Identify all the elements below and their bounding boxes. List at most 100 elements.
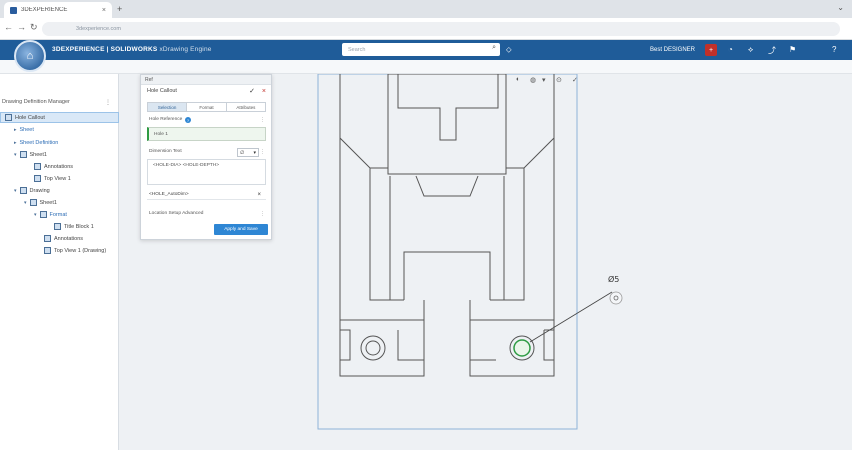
url-input[interactable]: 3dexperience.com: [42, 22, 840, 36]
feature-tree: Drawing Definition Manager ⋮ Hole Callou…: [0, 74, 119, 450]
annotation-icon: [44, 235, 51, 242]
tree-title-text: Drawing Definition Manager: [2, 99, 70, 105]
tree-row-annotations-b[interactable]: Annotations: [0, 233, 119, 244]
window-menu-icon[interactable]: ⌄: [837, 3, 844, 12]
tree-row-top-view[interactable]: Top View 1: [0, 173, 119, 184]
tree-row-format[interactable]: ▾ Format: [0, 209, 119, 220]
dialog-tabs: Selection Format Attributes: [147, 102, 266, 112]
annotation-icon: [34, 163, 41, 170]
view-settings-icon[interactable]: ⊙: [556, 76, 562, 84]
cancel-icon[interactable]: ×: [262, 88, 266, 95]
collapse-icon[interactable]: ▾: [24, 200, 27, 206]
tree-row-label: Top View 1: [44, 175, 71, 182]
tab-close-icon[interactable]: ×: [102, 7, 106, 14]
format-icon: [39, 211, 47, 218]
tree-title: Drawing Definition Manager ⋮: [0, 96, 119, 108]
collapse-icon[interactable]: ▾: [14, 152, 17, 158]
view-orient-icon[interactable]: ◐: [516, 76, 520, 83]
title-block-icon: [54, 223, 61, 230]
expand-icon[interactable]: ▸: [14, 140, 17, 146]
tree-row-label: Drawing: [29, 187, 50, 194]
tree-row-label: Top View 1 (Drawing): [54, 247, 107, 254]
auto-dim-row[interactable]: <HOLE_AutoDim> ×: [147, 190, 266, 200]
view-display-icon[interactable]: ◍: [530, 76, 536, 84]
hole-callout-text[interactable]: Ø5: [608, 275, 619, 284]
view-icon: [44, 247, 51, 254]
forward-icon[interactable]: →: [17, 22, 26, 32]
callout-handle: [609, 291, 623, 305]
search-icon[interactable]: ⌕: [492, 44, 496, 52]
brand-name: 3DEXPERIENCE | SOLIDWORKS: [52, 46, 158, 53]
auto-dim-label: <HOLE_AutoDim>: [149, 192, 189, 197]
reload-icon[interactable]: ↻: [30, 22, 38, 33]
sheet-icon: [29, 199, 37, 206]
tree-row-title-block[interactable]: Title Block 1: [0, 221, 119, 232]
collapse-icon[interactable]: ▾: [14, 188, 17, 194]
browser-tabstrip: 3DEXPERIENCE × + ⌄: [0, 0, 852, 18]
share-icon[interactable]: ◔: [728, 45, 733, 54]
apply-button[interactable]: Apply and Save: [214, 224, 268, 235]
tree-row-annotations[interactable]: Annotations: [0, 161, 119, 172]
tree-row-sheet-definition[interactable]: ▸ Sheet Definition: [0, 137, 119, 148]
network-icon[interactable]: ⤴: [768, 45, 776, 56]
view-dropdown-icon[interactable]: ▾: [542, 76, 546, 84]
tree-row-label: Hole Callout: [15, 114, 45, 121]
view-icon: [34, 175, 41, 182]
dialog-tab-label[interactable]: Ref: [145, 77, 153, 83]
tree-row-label: Format: [49, 211, 67, 218]
browser-tab[interactable]: 3DEXPERIENCE ×: [4, 2, 112, 18]
dialog-tab-header: Ref: [141, 75, 271, 85]
bookmark-icon[interactable]: ⚑: [789, 45, 796, 54]
tree-more-icon[interactable]: ⋮: [105, 99, 111, 106]
dimension-text-area[interactable]: <HOLE-DIA> <HOLE-DEPTH>: [147, 159, 266, 185]
symbol-value: ∅: [240, 149, 245, 156]
tab-attributes[interactable]: Attributes: [227, 103, 265, 111]
tag-icon[interactable]: ⬦: [506, 45, 512, 55]
collapse-icon[interactable]: ▾: [34, 212, 37, 218]
tree-row-label: Sheet1: [39, 199, 57, 206]
tree-row-hole-callout[interactable]: Hole Callout: [0, 112, 119, 123]
tree-row-label: Annotations: [54, 235, 84, 242]
dimension-more-icon[interactable]: ⋮: [260, 149, 265, 155]
tree-row-label: Annotations: [44, 163, 74, 170]
tree-row-sheet1-b[interactable]: ▾ Sheet1: [0, 197, 119, 208]
tab-selection[interactable]: Selection: [148, 103, 188, 111]
tree-row-top-view-drawing[interactable]: Top View 1 (Drawing): [0, 245, 119, 256]
view-check-icon[interactable]: ✓: [572, 76, 578, 84]
user-badge[interactable]: +: [705, 44, 717, 56]
ok-icon[interactable]: ✓: [249, 87, 255, 95]
tree-row-label: Title Block 1: [64, 223, 94, 230]
app-name: xDrawing Engine: [159, 46, 212, 53]
brand-title: 3DEXPERIENCE | SOLIDWORKS xDrawing Engin…: [52, 46, 212, 53]
address-bar: ← → ↻ 3dexperience.com: [0, 18, 852, 40]
entity-more-icon[interactable]: ⋮: [260, 117, 265, 123]
tree-row-sheet1[interactable]: ▾ Sheet1: [0, 149, 119, 160]
search-input[interactable]: Search ⌕: [342, 43, 500, 56]
drawing-icon: [19, 187, 27, 194]
sheet-icon: [19, 151, 27, 158]
chevron-down-icon: ▾: [253, 149, 256, 156]
hole-callout-icon: [5, 114, 12, 121]
symbol-select[interactable]: ∅ ▾: [237, 148, 259, 157]
dialog-titlebar: Hole Callout ✓ ×: [141, 85, 271, 97]
expand-icon[interactable]: ▸: [14, 127, 17, 133]
selection-field[interactable]: Hole 1: [147, 127, 266, 141]
tree-row-label: Sheet Definition: [19, 139, 59, 146]
new-tab-icon[interactable]: +: [117, 4, 122, 14]
location-more-icon[interactable]: ⋮: [260, 211, 265, 217]
compass-icon[interactable]: ⌂: [14, 40, 46, 72]
sub-toolbar: [0, 60, 852, 74]
dialog-title: Hole Callout: [147, 88, 177, 94]
tree-row-label: Sheet1: [29, 151, 47, 158]
hole-right-selected: [513, 339, 531, 357]
entity-label: Hole Reference: [149, 117, 183, 122]
back-icon[interactable]: ←: [4, 22, 13, 32]
tree-row-drawing[interactable]: ▾ Drawing: [0, 185, 119, 196]
tab-format[interactable]: Format: [187, 103, 227, 111]
help-icon[interactable]: ?: [832, 45, 836, 54]
user-name[interactable]: Best DESIGNER: [650, 47, 695, 53]
remove-icon[interactable]: ×: [257, 192, 261, 198]
tree-row-sheet[interactable]: ▸ Sheet: [0, 124, 119, 135]
help-icon[interactable]: ?: [185, 117, 191, 123]
plus-icon[interactable]: ⟡: [748, 45, 753, 55]
